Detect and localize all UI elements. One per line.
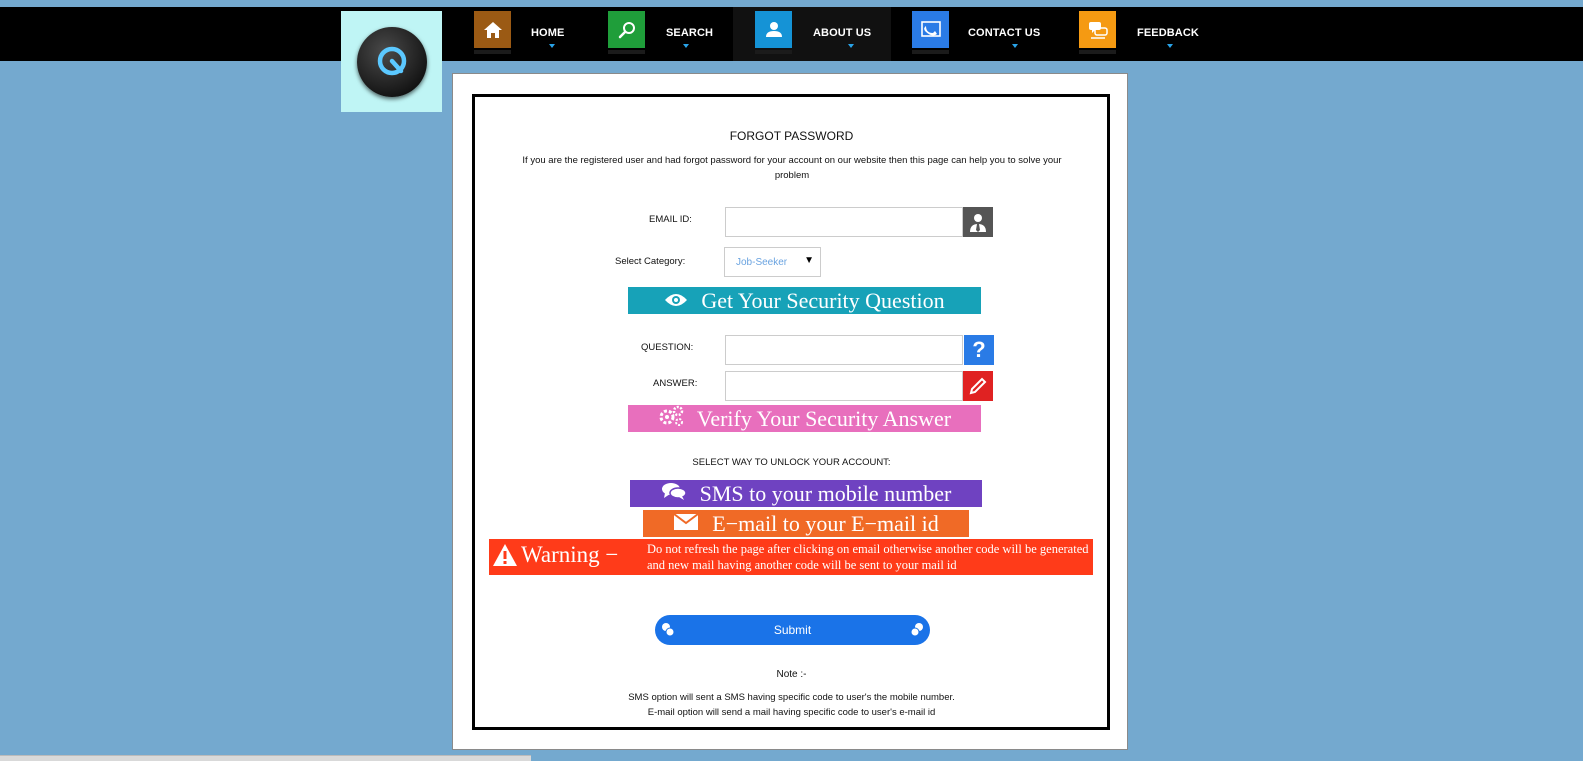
nav-about-us-label: ABOUT US: [813, 27, 872, 39]
chat-bubble-icon: [661, 622, 675, 641]
category-select-value: Job-Seeker: [736, 257, 788, 268]
note-line-sms: SMS option will sent a SMS having specif…: [628, 692, 955, 703]
category-select[interactable]: Job-Seeker ▼: [724, 247, 821, 277]
top-strip: [0, 0, 1583, 7]
chevron-down-icon: [1012, 44, 1018, 48]
contact-icon: [912, 11, 949, 54]
submit-label: Submit: [773, 623, 812, 637]
answer-label: ANSWER:: [653, 378, 698, 389]
get-security-question-button[interactable]: Get Your Security Question: [628, 287, 981, 314]
email-field[interactable]: [725, 207, 963, 237]
warning-icon: [492, 543, 518, 572]
user-icon: [755, 11, 792, 54]
warning-title: Warning −: [521, 542, 619, 567]
submit-button[interactable]: Submit: [655, 615, 930, 645]
nav-home[interactable]: HOME: [474, 7, 584, 61]
unlock-method-heading: SELECT WAY TO UNLOCK YOUR ACCOUNT:: [692, 457, 891, 468]
chevron-down-icon: [1167, 44, 1173, 48]
q-logo-icon: [356, 26, 427, 97]
nav-search-label: SEARCH: [666, 27, 714, 39]
warning-banner: Warning − Do not refresh the page after …: [489, 539, 1093, 575]
chevron-down-icon: [683, 44, 689, 48]
warning-text: Do not refresh the page after clicking o…: [647, 542, 1089, 572]
horizontal-scrollbar[interactable]: [0, 755, 531, 761]
page-description: If you are the registered user and had f…: [522, 155, 1062, 181]
nav-contact-us[interactable]: CONTACT US: [912, 7, 1052, 61]
chevron-down-icon: [848, 44, 854, 48]
comments-icon: [661, 481, 687, 507]
search-icon: [608, 11, 645, 54]
nav-contact-us-label: CONTACT US: [968, 27, 1041, 39]
envelope-icon: [673, 511, 699, 537]
nav-search[interactable]: SEARCH: [608, 7, 718, 61]
site-logo[interactable]: [341, 11, 442, 112]
note-title: Note :-: [776, 669, 807, 680]
chat-bubble-icon: [910, 622, 924, 641]
feedback-icon: [1079, 11, 1116, 54]
question-field[interactable]: [725, 335, 963, 365]
gears-icon: [658, 405, 684, 433]
pencil-icon: [963, 371, 993, 401]
question-icon: ?: [964, 335, 994, 365]
eye-icon: [664, 288, 688, 314]
verify-security-answer-label: Verify Your Security Answer: [696, 405, 952, 431]
sms-option-button[interactable]: SMS to your mobile number: [630, 480, 982, 507]
nav-feedback-label: FEEDBACK: [1137, 27, 1199, 39]
caret-down-icon: ▼: [804, 255, 814, 266]
email-option-button[interactable]: E−mail to your E−mail id: [643, 510, 969, 537]
sms-option-label: SMS to your mobile number: [699, 480, 952, 506]
email-label: EMAIL ID:: [649, 214, 692, 225]
nav-feedback[interactable]: FEEDBACK: [1079, 7, 1209, 61]
user-tie-icon: [963, 207, 993, 237]
nav-home-label: HOME: [531, 27, 565, 39]
note-line-email: E-mail option will send a mail having sp…: [647, 707, 936, 718]
verify-security-answer-button[interactable]: Verify Your Security Answer: [628, 405, 981, 432]
chevron-down-icon: [549, 44, 555, 48]
answer-field[interactable]: [725, 371, 963, 401]
page-title: FORGOT PASSWORD: [729, 129, 854, 143]
nav-about-us[interactable]: ABOUT US: [733, 7, 891, 61]
question-label: QUESTION:: [641, 342, 694, 353]
get-security-question-label: Get Your Security Question: [701, 287, 945, 313]
email-option-label: E−mail to your E−mail id: [712, 510, 939, 536]
category-label: Select Category:: [615, 256, 686, 267]
home-icon: [474, 11, 511, 54]
